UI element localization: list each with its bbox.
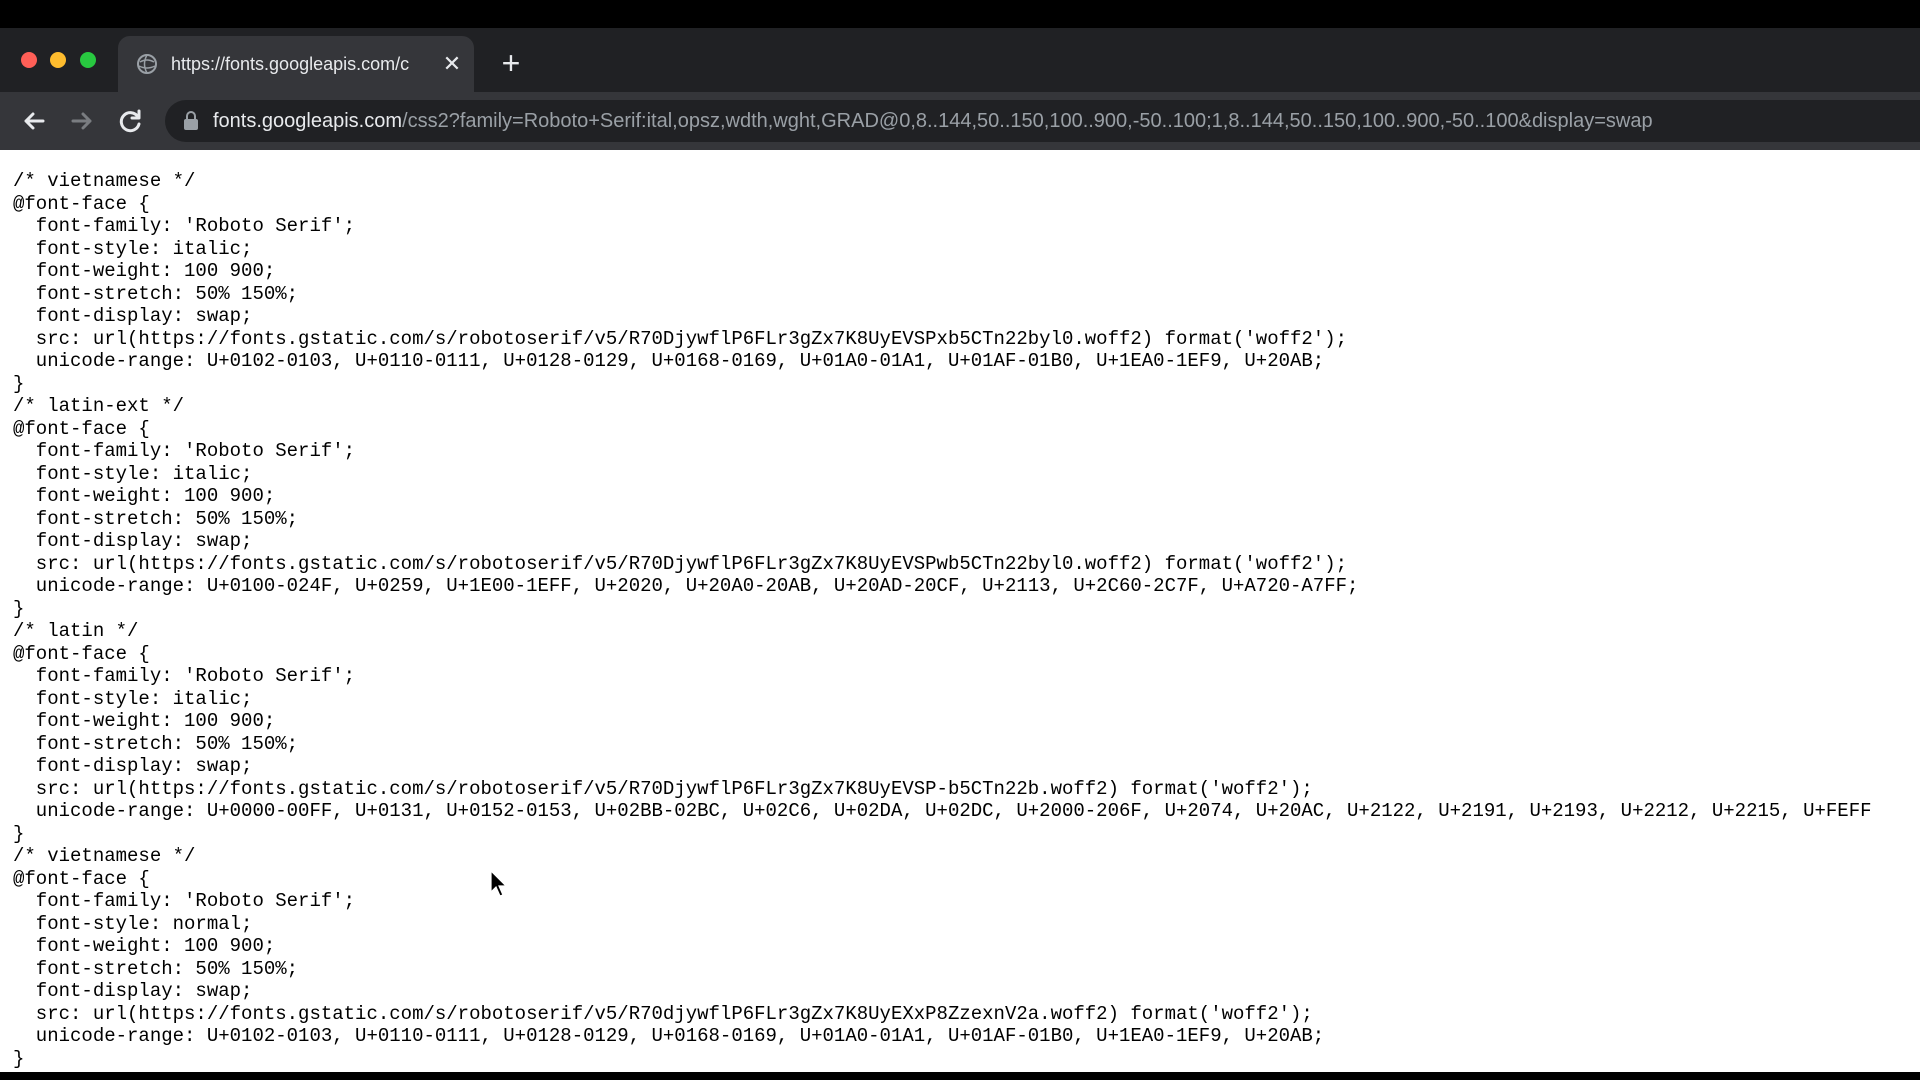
code-line: font-style: italic; bbox=[13, 237, 253, 260]
close-icon[interactable]: ✕ bbox=[438, 50, 466, 78]
window-close-button[interactable] bbox=[21, 52, 37, 68]
mouse-pointer-icon bbox=[490, 869, 508, 898]
code-line: src: url(https://fonts.gstatic.com/s/rob… bbox=[13, 552, 1348, 575]
lock-icon[interactable] bbox=[183, 111, 199, 131]
code-line: font-weight: 100 900; bbox=[13, 260, 276, 282]
code-line: unicode-range: U+0102-0103, U+0110-0111,… bbox=[13, 350, 1325, 372]
arrow-right-icon[interactable] bbox=[65, 104, 99, 138]
css-source: /* vietnamese */@font-face { font-family… bbox=[13, 170, 1872, 1070]
code-line: @font-face { bbox=[13, 192, 150, 215]
arrow-left-icon[interactable] bbox=[17, 104, 51, 138]
tab-title: https://fonts.googleapis.com/c bbox=[171, 54, 410, 74]
window-maximize-button[interactable] bbox=[80, 52, 96, 68]
code-line: font-family: 'Roboto Serif'; bbox=[13, 215, 356, 237]
code-line: font-stretch: 50% 150%; bbox=[13, 282, 299, 305]
code-line: font-family: 'Roboto Serif'; bbox=[13, 890, 356, 912]
plus-icon[interactable]: + bbox=[494, 46, 528, 80]
code-line: /* vietnamese */ bbox=[13, 170, 196, 192]
code-line: src: url(https://fonts.gstatic.com/s/rob… bbox=[13, 1002, 1313, 1025]
code-line: } bbox=[13, 1047, 25, 1070]
code-line: font-style: italic; bbox=[13, 687, 253, 710]
code-line: unicode-range: U+0000-00FF, U+0131, U+01… bbox=[13, 800, 1872, 822]
url-domain: fonts.googleapis.com bbox=[213, 110, 403, 132]
page-content: /* vietnamese */@font-face { font-family… bbox=[0, 150, 1920, 1072]
screen: https://fonts.googleapis.com/c ✕ + fonts… bbox=[0, 0, 1920, 1080]
address-bar[interactable]: fonts.googleapis.com/css2?family=Roboto+… bbox=[165, 100, 1920, 142]
code-line: font-stretch: 50% 150%; bbox=[13, 507, 299, 530]
code-line: font-stretch: 50% 150%; bbox=[13, 732, 299, 755]
code-line: font-family: 'Roboto Serif'; bbox=[13, 440, 356, 462]
code-line: src: url(https://fonts.gstatic.com/s/rob… bbox=[13, 777, 1313, 800]
code-line: font-style: italic; bbox=[13, 462, 253, 485]
code-line: /* latin-ext */ bbox=[13, 395, 185, 417]
code-line: font-stretch: 50% 150%; bbox=[13, 957, 299, 980]
code-line: /* latin */ bbox=[13, 620, 139, 642]
code-line: font-display: swap; bbox=[13, 980, 253, 1002]
toolbar: fonts.googleapis.com/css2?family=Roboto+… bbox=[0, 92, 1920, 150]
code-line: font-display: swap; bbox=[13, 530, 253, 552]
url-path: /css2?family=Roboto+Serif:ital,opsz,wdth… bbox=[402, 110, 1653, 132]
globe-icon bbox=[136, 53, 158, 75]
code-line: font-weight: 100 900; bbox=[13, 710, 276, 732]
code-line: } bbox=[13, 597, 25, 620]
code-line: @font-face { bbox=[13, 642, 150, 665]
code-line: /* vietnamese */ bbox=[13, 845, 196, 867]
tab-strip: https://fonts.googleapis.com/c ✕ + bbox=[0, 28, 1920, 92]
tab-active[interactable]: https://fonts.googleapis.com/c ✕ bbox=[118, 36, 474, 92]
code-line: font-weight: 100 900; bbox=[13, 935, 276, 957]
url-text: fonts.googleapis.com/css2?family=Roboto+… bbox=[213, 109, 1653, 133]
code-line: font-style: normal; bbox=[13, 912, 253, 935]
code-line: src: url(https://fonts.gstatic.com/s/rob… bbox=[13, 327, 1348, 350]
code-line: font-display: swap; bbox=[13, 305, 253, 327]
code-line: font-family: 'Roboto Serif'; bbox=[13, 665, 356, 687]
window-minimize-button[interactable] bbox=[50, 52, 66, 68]
code-line: @font-face { bbox=[13, 867, 150, 890]
code-line: @font-face { bbox=[13, 417, 150, 440]
code-line: unicode-range: U+0102-0103, U+0110-0111,… bbox=[13, 1025, 1325, 1047]
code-line: font-weight: 100 900; bbox=[13, 485, 276, 507]
code-line: font-display: swap; bbox=[13, 755, 253, 777]
browser-window: https://fonts.googleapis.com/c ✕ + fonts… bbox=[0, 28, 1920, 1072]
code-line: } bbox=[13, 372, 25, 395]
reload-icon[interactable] bbox=[113, 104, 147, 138]
code-line: } bbox=[13, 822, 25, 845]
code-line: unicode-range: U+0100-024F, U+0259, U+1E… bbox=[13, 575, 1359, 597]
